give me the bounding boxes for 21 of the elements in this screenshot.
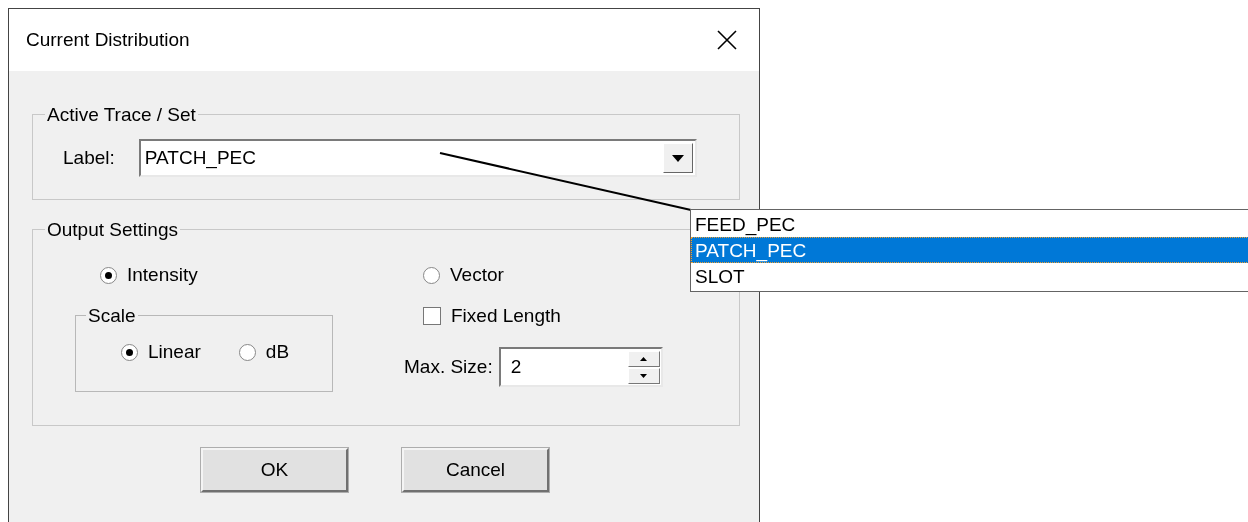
group-title: Scale bbox=[87, 306, 137, 325]
spin-up-button[interactable] bbox=[627, 350, 660, 367]
spin-field[interactable]: 2 bbox=[498, 347, 663, 387]
field-label: Max. Size: bbox=[404, 356, 493, 378]
group-title: Output Settings bbox=[46, 220, 179, 239]
group-title: Active Trace / Set bbox=[46, 105, 197, 124]
cancel-button[interactable]: Cancel bbox=[402, 448, 549, 492]
dropdown-item[interactable]: PATCH_PEC bbox=[691, 237, 1248, 263]
label-dropdown[interactable]: PATCH_PEC bbox=[138, 139, 697, 177]
radio-option[interactable]: Intensity bbox=[100, 264, 403, 286]
caret-up-icon bbox=[640, 356, 648, 361]
ok-button[interactable]: OK bbox=[201, 448, 348, 492]
field-label: Label: bbox=[63, 147, 115, 169]
radio-option[interactable]: dB bbox=[238, 341, 290, 363]
checkbox-option[interactable]: Fixed Length bbox=[423, 305, 739, 327]
caret-icon bbox=[671, 154, 684, 162]
close-icon bbox=[717, 30, 737, 50]
spin-down-button[interactable] bbox=[627, 367, 660, 384]
window-title: Current Distribution bbox=[26, 29, 190, 51]
radio-option[interactable]: Linear bbox=[121, 341, 201, 363]
caret-icon bbox=[640, 373, 648, 378]
